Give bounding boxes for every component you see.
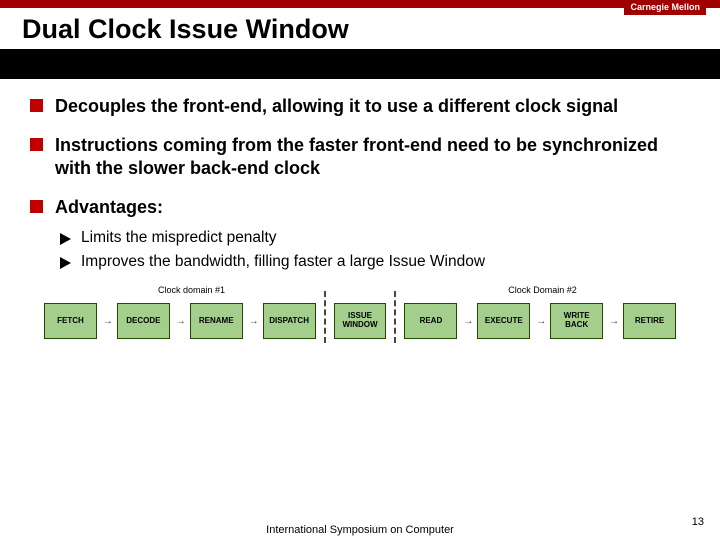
list-item: Decouples the front-end, allowing it to … [30, 95, 690, 118]
brand-logo: Carnegie Mellon [624, 0, 706, 15]
square-bullet-icon [30, 200, 43, 213]
list-item: Improves the bandwidth, filling faster a… [60, 253, 690, 271]
stage-box: RENAME [190, 303, 243, 339]
arrow-right-icon: → [609, 316, 617, 327]
stage-box: DECODE [117, 303, 170, 339]
bullet-text: Decouples the front-end, allowing it to … [55, 95, 618, 118]
stage-box: DISPATCH [263, 303, 316, 339]
stage-box: FETCH [44, 303, 97, 339]
stage-box: EXECUTE [477, 303, 530, 339]
domain-divider [324, 291, 326, 343]
pipeline-row: FETCH → DECODE → RENAME → DISPATCH ISSUE… [44, 299, 676, 343]
sub-bullet-list: Limits the mispredict penalty Improves t… [60, 229, 690, 271]
pipeline-diagram: Clock domain #1 Clock Domain #2 FETCH → … [44, 285, 676, 343]
content-area: Decouples the front-end, allowing it to … [0, 79, 720, 343]
domain-label-right: Clock Domain #2 [409, 285, 676, 295]
stage-box: READ [404, 303, 457, 339]
arrow-right-icon: → [249, 316, 257, 327]
triangle-bullet-icon [60, 233, 71, 245]
bullet-text: Instructions coming from the faster fron… [55, 134, 690, 180]
list-item: Limits the mispredict penalty [60, 229, 690, 247]
arrow-right-icon: → [176, 316, 184, 327]
title-block: Dual Clock Issue Window [0, 8, 720, 49]
sub-bullet-text: Improves the bandwidth, filling faster a… [81, 253, 485, 271]
bullet-list: Decouples the front-end, allowing it to … [30, 95, 690, 219]
bullet-text: Advantages: [55, 196, 163, 219]
header-stripe [0, 0, 720, 8]
arrow-right-icon: → [463, 316, 471, 327]
stage-box: WRITE BACK [550, 303, 603, 339]
triangle-bullet-icon [60, 257, 71, 269]
stage-box-center: ISSUE WINDOW [334, 303, 387, 339]
arrow-right-icon: → [103, 316, 111, 327]
list-item: Advantages: [30, 196, 690, 219]
footer-text: International Symposium on Computer [0, 524, 720, 536]
slide-title: Dual Clock Issue Window [22, 14, 698, 45]
stage-box: RETIRE [623, 303, 676, 339]
square-bullet-icon [30, 99, 43, 112]
arrow-right-icon: → [536, 316, 544, 327]
domain-divider [394, 291, 396, 343]
domain-label-left: Clock domain #1 [44, 285, 339, 295]
sub-bullet-text: Limits the mispredict penalty [81, 229, 277, 247]
page-number: 13 [692, 516, 704, 528]
list-item: Instructions coming from the faster fron… [30, 134, 690, 180]
square-bullet-icon [30, 138, 43, 151]
title-underline-bar [0, 49, 720, 79]
domain-labels-row: Clock domain #1 Clock Domain #2 [44, 285, 676, 295]
